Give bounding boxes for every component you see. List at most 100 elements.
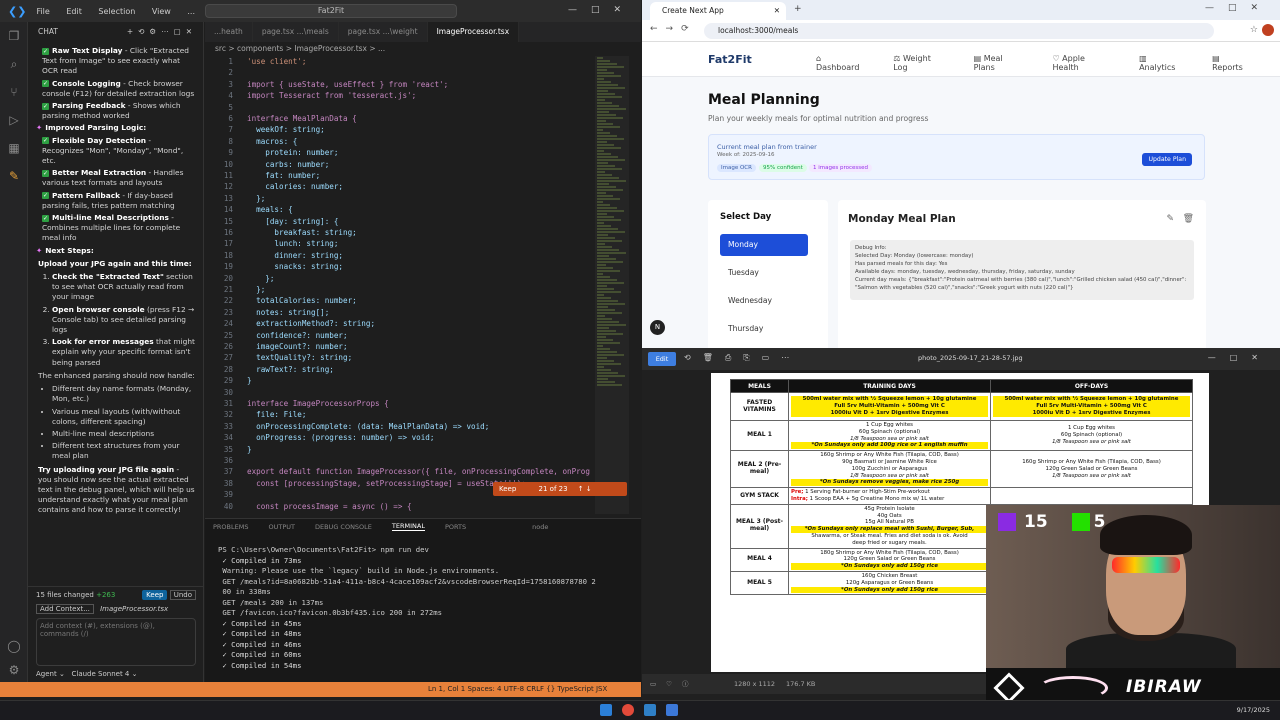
step-item: Look for error messages that might expla… — [52, 337, 195, 368]
extensions-icon[interactable]: ▦ — [0, 134, 28, 162]
chat-icon[interactable]: ✎ — [0, 162, 28, 190]
code-editor[interactable]: 1 'use client'; 2 3 import { useState, useEf… — [205, 56, 597, 516]
arrow-down-icon[interactable]: ↓ — [586, 485, 592, 493]
chat-actions[interactable]: +⟲⚙⋯▢✕ — [127, 27, 197, 36]
off-day-cell: 1 Cup Egg whites 60g Spinach (optional) 1/… — [990, 419, 1193, 452]
browser-window-controls[interactable]: —□✕ — [1205, 3, 1272, 13]
menu-more[interactable]: ... — [187, 7, 195, 16]
inline-keep-button[interactable]: Keep — [499, 485, 516, 493]
line-number: 21 — [223, 285, 233, 294]
tab-meals-page[interactable]: page.tsx ...\meals — [253, 22, 339, 42]
update-plan-button[interactable]: Update Plan — [1142, 153, 1192, 166]
day-thursday[interactable]: Thursday — [720, 318, 808, 340]
viewer-tools[interactable]: ⟲🗑⎙⎘▭⋯ — [684, 353, 801, 363]
tab-ports[interactable]: PORTS — [445, 523, 466, 531]
menu-view[interactable]: View — [152, 7, 171, 16]
tab-image-processor[interactable]: ImageProcessor.tsx — [427, 22, 520, 42]
close-tab-icon[interactable]: ✕ — [774, 2, 780, 20]
keep-button[interactable]: Keep — [142, 590, 168, 600]
minimap-line — [597, 114, 616, 116]
tab-heath[interactable]: ...heath — [205, 22, 253, 42]
training-day-cell: 160g Chicken Breast 120g Asparagus or Gre… — [788, 570, 991, 596]
tab-problems[interactable]: PROBLEMS — [213, 523, 248, 531]
add-context-button[interactable]: Add Context... — [36, 604, 94, 614]
arrow-up-icon[interactable]: ↑ — [578, 485, 584, 493]
terminal-node-selector[interactable]: node — [532, 523, 548, 531]
chrome-icon[interactable] — [622, 704, 634, 716]
menu-edit[interactable]: Edit — [66, 7, 82, 16]
line-number: 20 — [223, 273, 233, 283]
breadcrumb[interactable]: src > components > ImageProcessor.tsx > … — [205, 42, 605, 56]
edit-icon[interactable]: ✎ — [1166, 214, 1174, 224]
terminal-output[interactable]: PS C:\Users\Owner\Documents\Fat2Fit> npm… — [218, 545, 596, 671]
nav-weight-log[interactable]: ⚖ Weight Log — [893, 54, 957, 72]
minimap-line — [597, 126, 620, 128]
files-changed[interactable]: 15 files changed — [36, 591, 94, 599]
chat-input[interactable]: Add context (#), extensions (@), command… — [36, 618, 196, 666]
menu-selection[interactable]: Selection — [98, 7, 135, 16]
command-search-input[interactable]: Fat2Fit — [205, 4, 457, 18]
nav-apple-health[interactable]: ♡ Apple Health — [1052, 54, 1123, 72]
nav-dashboard[interactable]: ⌂ Dashboard — [816, 54, 877, 72]
app-logo[interactable]: Fat2Fit — [708, 53, 752, 66]
minimap-line — [597, 132, 610, 134]
nav-reports[interactable]: ▤ Reports — [1212, 54, 1264, 72]
line-number: 26 — [223, 342, 233, 351]
nav-buttons[interactable]: ←→⟳ — [650, 24, 697, 34]
minimap[interactable] — [595, 56, 629, 514]
day-monday[interactable]: Monday — [720, 234, 808, 256]
cell-line: 160g Shrimp or Any White Fish (Tilapia, … — [1022, 458, 1161, 465]
source-control-icon[interactable]: ⑂ — [0, 78, 28, 106]
explorer-icon[interactable]: ❐ — [0, 22, 28, 50]
debug-info-box: Debug Info: Selected Day: Monday (lowerca… — [850, 240, 1194, 300]
cell-line: 120g Green Salad or Green Beans — [1045, 465, 1138, 472]
minimap-line — [597, 342, 620, 344]
browser-tab[interactable]: Create Next App ✕ — [650, 2, 786, 20]
tab-debug-console[interactable]: DEBUG CONSOLE — [315, 523, 372, 531]
minimap-line — [597, 168, 622, 170]
inline-review-bar[interactable]: Keep 21 of 23 ↑ ↓ — [493, 482, 627, 496]
address-bar[interactable]: localhost:3000/meals — [704, 23, 1214, 39]
delete-trash-icon[interactable]: 🗑 — [1183, 214, 1194, 224]
photos-taskbar-icon[interactable] — [666, 704, 678, 716]
day-tuesday[interactable]: Tuesday — [720, 262, 808, 284]
code-line: file: File; — [247, 410, 307, 420]
line-number: 25 — [223, 330, 233, 340]
minimap-line — [597, 246, 612, 248]
nav-meal-plans[interactable]: ▤ Meal Plans — [974, 54, 1037, 72]
cell-line: 100g Zucchini or Asparagus — [851, 465, 928, 472]
header-off-days: OFF-DAYS — [990, 379, 1193, 393]
streamer-hair — [1100, 515, 1192, 555]
start-button-icon[interactable] — [600, 704, 612, 716]
run-debug-icon[interactable]: ▷ — [0, 106, 28, 134]
settings-gear-icon[interactable]: ⚙ — [0, 656, 28, 684]
tab-weight-page[interactable]: page.tsx ...\weight — [339, 22, 428, 42]
new-tab-icon[interactable]: + — [794, 4, 802, 14]
next-dev-indicator[interactable]: N — [650, 320, 665, 335]
bookmark-star-icon[interactable]: ☆ — [1250, 25, 1258, 35]
minimap-line — [597, 156, 618, 158]
edit-button[interactable]: Edit — [648, 352, 676, 366]
minimap-line — [597, 144, 614, 146]
chat-feature-item: ✓ Raw Text Display - Click "Extracted Tex… — [42, 46, 189, 76]
status-text[interactable]: Ln 1, Col 1 Spaces: 4 UTF-8 CRLF {} Type… — [428, 685, 607, 693]
context-file[interactable]: ImageProcessor.tsx — [100, 605, 168, 613]
vscode-taskbar-icon[interactable] — [644, 704, 656, 716]
nav-analytics[interactable]: ▥ Analytics — [1139, 54, 1196, 72]
day-wednesday[interactable]: Wednesday — [720, 290, 808, 312]
chat-feature-item: ✓ Multi-line Meal Descriptions - Combines… — [42, 213, 181, 243]
viewer-window-controls[interactable]: —□✕ — [1208, 353, 1272, 362]
tab-output[interactable]: OUTPUT — [268, 523, 295, 531]
page-subtitle: Plan your weekly meals for optimal nutri… — [708, 114, 929, 123]
chat-panel: CHAT +⟲⚙⋯▢✕ ✓ Raw Text Display - Click "E… — [28, 22, 204, 682]
search-icon[interactable]: ⌕ — [0, 50, 28, 78]
debug-line: Selected Day: Monday (lowercase: monday) — [855, 253, 974, 259]
viewer-footer-icons[interactable]: ▭♡ⓘ — [650, 680, 698, 688]
undo-button[interactable]: Undo — [169, 590, 196, 600]
profile-avatar[interactable] — [1262, 24, 1274, 36]
menu-file[interactable]: File — [36, 7, 49, 16]
mode-selector[interactable]: Agent ⌄ Claude Sonnet 4 ⌄ — [36, 670, 137, 678]
tab-terminal[interactable]: TERMINAL — [391, 522, 425, 531]
window-controls[interactable]: —□✕ — [568, 5, 635, 15]
minimap-line — [597, 378, 608, 380]
